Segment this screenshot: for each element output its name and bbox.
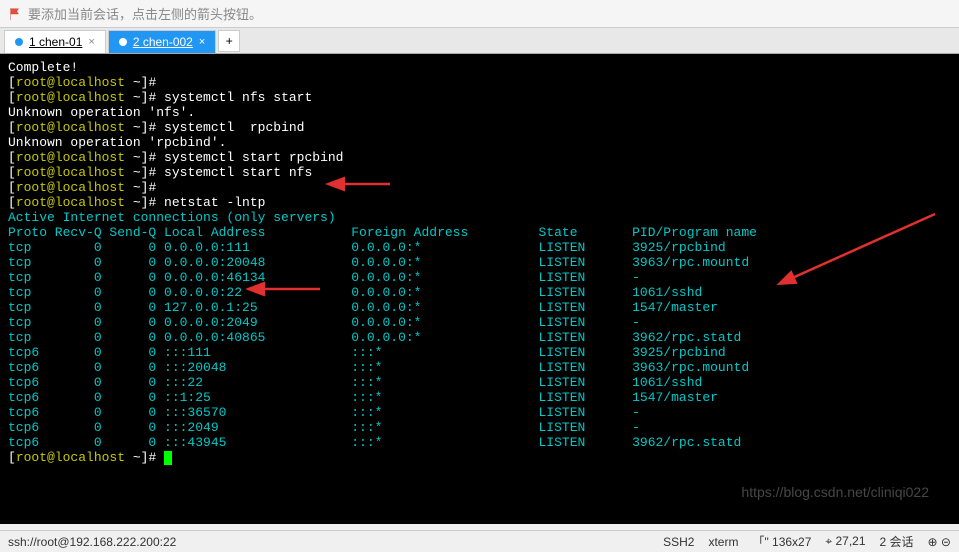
status-bar: ssh://root@192.168.222.200:22 SSH2 xterm…: [0, 530, 959, 552]
prompt-line: [root@localhost ~]#: [8, 450, 951, 465]
netstat-row: tcp6 0 0 :::20048 :::* LISTEN 3963/rpc.m…: [8, 360, 951, 375]
netstat-row: tcp 0 0 0.0.0.0:2049 0.0.0.0:* LISTEN -: [8, 315, 951, 330]
output-line: Complete!: [8, 60, 951, 75]
status-cursor-pos: ⌖ 27,21: [825, 534, 865, 549]
status-protocol: SSH2: [663, 535, 694, 549]
prompt-line: [root@localhost ~]# systemctl start rpcb…: [8, 150, 951, 165]
prompt-line: [root@localhost ~]# systemctl nfs start: [8, 90, 951, 105]
netstat-row: tcp 0 0 0.0.0.0:22 0.0.0.0:* LISTEN 1061…: [8, 285, 951, 300]
watermark: https://blog.csdn.net/cliniqi022: [741, 485, 929, 500]
netstat-row: tcp 0 0 0.0.0.0:20048 0.0.0.0:* LISTEN 3…: [8, 255, 951, 270]
terminal[interactable]: Complete! [root@localhost ~]# [root@loca…: [0, 54, 959, 524]
netstat-row: tcp 0 0 0.0.0.0:111 0.0.0.0:* LISTEN 392…: [8, 240, 951, 255]
netstat-row: tcp6 0 0 :::36570 :::* LISTEN -: [8, 405, 951, 420]
tab-chen-01[interactable]: 1 chen-01 ×: [4, 30, 106, 53]
netstat-row: tcp 0 0 127.0.0.1:25 0.0.0.0:* LISTEN 15…: [8, 300, 951, 315]
netstat-row: tcp6 0 0 :::111 :::* LISTEN 3925/rpcbind: [8, 345, 951, 360]
output-line: Unknown operation 'rpcbind'.: [8, 135, 951, 150]
status-sessions: 2 会话: [880, 533, 914, 550]
netstat-header: Proto Recv-Q Send-Q Local Address Foreig…: [8, 225, 951, 240]
netstat-row: tcp6 0 0 :::22 :::* LISTEN 1061/sshd: [8, 375, 951, 390]
output-line: Unknown operation 'nfs'.: [8, 105, 951, 120]
close-icon[interactable]: ×: [88, 36, 94, 48]
prompt-line: [root@localhost ~]#: [8, 75, 951, 90]
netstat-row: tcp6 0 0 :::43945 :::* LISTEN 3962/rpc.s…: [8, 435, 951, 450]
hint-text: 要添加当前会话，点击左侧的箭头按钮。: [28, 4, 262, 23]
tab-label: 1 chen-01: [29, 35, 82, 49]
output-line: Active Internet connections (only server…: [8, 210, 951, 225]
status-term-type: xterm: [708, 535, 738, 549]
tab-bar: 1 chen-01 × 2 chen-002 × +: [0, 28, 959, 54]
prompt-line: [root@localhost ~]# systemctl start nfs: [8, 165, 951, 180]
tab-label: 2 chen-002: [133, 35, 193, 49]
status-size: 「" 136x27: [752, 533, 811, 550]
prompt-line: [root@localhost ~]# netstat -lntp: [8, 195, 951, 210]
prompt-line: [root@localhost ~]# systemctl rpcbind: [8, 120, 951, 135]
prompt-line: [root@localhost ~]#: [8, 180, 951, 195]
netstat-row: tcp 0 0 0.0.0.0:40865 0.0.0.0:* LISTEN 3…: [8, 330, 951, 345]
status-extra: ⊕ ⊝: [928, 535, 951, 549]
close-icon[interactable]: ×: [199, 36, 205, 48]
flag-icon: [8, 7, 22, 21]
netstat-row: tcp6 0 0 :::2049 :::* LISTEN -: [8, 420, 951, 435]
status-dot-icon: [15, 38, 23, 46]
status-ssh-url: ssh://root@192.168.222.200:22: [8, 535, 176, 549]
status-dot-icon: [119, 38, 127, 46]
cursor: [164, 451, 172, 465]
hint-bar: 要添加当前会话，点击左侧的箭头按钮。: [0, 0, 959, 28]
netstat-row: tcp 0 0 0.0.0.0:46134 0.0.0.0:* LISTEN -: [8, 270, 951, 285]
tab-add-button[interactable]: +: [218, 30, 240, 52]
tab-chen-002[interactable]: 2 chen-002 ×: [108, 30, 216, 53]
netstat-row: tcp6 0 0 ::1:25 :::* LISTEN 1547/master: [8, 390, 951, 405]
